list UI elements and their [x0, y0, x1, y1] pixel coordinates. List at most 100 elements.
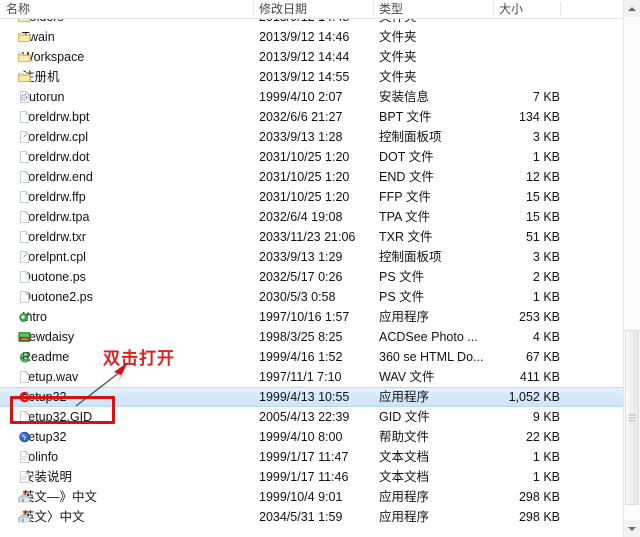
file-name-cell[interactable]: ? setup32	[0, 427, 250, 447]
column-header-blank[interactable]	[560, 0, 620, 18]
table-row[interactable]: setup.wav 1997/11/1 7:10 WAV 文件 411 KB	[0, 367, 640, 387]
file-name-cell[interactable]: corelpnt.cpl	[0, 247, 250, 267]
setup-info-icon	[20, 90, 30, 104]
table-row[interactable]: 英文〉中文 2034/5/31 1:59 应用程序 298 KB	[0, 507, 640, 527]
table-row[interactable]: autorun 1999/4/10 2:07 安装信息 7 KB	[0, 87, 640, 107]
file-name-cell[interactable]: volinfo	[0, 447, 250, 467]
file-type-cell: 文本文档	[379, 470, 430, 484]
table-row[interactable]: 安装说明 1999/1/17 11:46 文本文档 1 KB	[0, 467, 640, 487]
control-panel-icon	[20, 130, 30, 144]
file-size-cell	[481, 27, 560, 47]
file-type-cell: 应用程序	[379, 390, 430, 404]
file-size-cell: 51 KB	[525, 230, 560, 244]
scrollbar-thumb[interactable]	[625, 330, 639, 505]
file-name-cell[interactable]: 注册机	[0, 67, 250, 87]
file-size-cell: 1,052 KB	[508, 390, 560, 404]
file-name-cell[interactable]: Twain	[0, 27, 250, 47]
acdsee-image-icon: ACD	[18, 332, 31, 342]
table-row[interactable]: setup32.GID 2005/4/13 22:39 GID 文件 9 KB	[0, 407, 640, 427]
file-date-cell: 1997/11/1 7:10	[259, 370, 342, 384]
file-name-cell[interactable]: 安装说明	[0, 467, 250, 487]
file-name-cell[interactable]: ACD newdaisy	[0, 327, 250, 347]
table-row[interactable]: Readme 1999/4/16 1:52 360 se HTML Do... 67 …	[0, 347, 640, 367]
file-name-cell[interactable]: setup32.GID	[0, 407, 250, 427]
file-size-cell: 2 KB	[532, 270, 560, 284]
file-date-cell: 2033/9/13 1:28	[259, 130, 343, 144]
file-name-cell[interactable]: 英文—》中文	[0, 487, 250, 507]
file-size-cell	[481, 19, 560, 27]
file-date-cell: 2032/5/17 0:26	[259, 270, 343, 284]
table-row[interactable]: ? setup32 1999/4/10 8:00 帮助文件 22 KB	[0, 427, 640, 447]
table-row[interactable]: 注册机 2013/9/12 14:55 文件夹	[0, 67, 640, 87]
table-row[interactable]: ACD newdaisy 1998/3/25 8:25 ACDSee Photo ..…	[0, 327, 640, 347]
column-header-name[interactable]: 名称	[0, 0, 253, 18]
file-name-cell[interactable]: coreldrw.txr	[0, 227, 250, 247]
file-size-cell: 4 KB	[532, 330, 560, 344]
file-size-cell: 298 KB	[518, 490, 560, 504]
file-name-cell[interactable]: coreldrw.ffp	[0, 187, 250, 207]
table-row[interactable]: 英文—》中文 1999/10/4 9:01 应用程序 298 KB	[0, 487, 640, 507]
file-date-cell: 1999/1/17 11:47	[259, 450, 349, 464]
file-name-cell[interactable]: Folders	[0, 19, 250, 27]
table-row[interactable]: Intro 1997/10/16 1:57 应用程序 253 KB	[0, 307, 640, 327]
folder-icon	[18, 33, 31, 43]
file-name-cell[interactable]: setup32	[0, 388, 250, 406]
file-name-cell[interactable]: Workspace	[0, 47, 250, 67]
table-row[interactable]: Workspace 2013/9/12 14:44 文件夹	[0, 47, 640, 67]
blank-file-icon	[20, 410, 30, 424]
file-name-cell[interactable]: Intro	[0, 307, 250, 327]
table-row[interactable]: Duotone.ps 2032/5/17 0:26 PS 文件 2 KB	[0, 267, 640, 287]
file-name-cell[interactable]: autorun	[0, 87, 250, 107]
file-name-cell[interactable]: Readme	[0, 347, 250, 367]
file-list: Folders 2013/9/12 14:48 文件夹 Twain 2013/9/12 …	[0, 19, 640, 527]
file-size-cell: 411 KB	[519, 370, 560, 384]
blank-file-icon	[20, 230, 30, 244]
column-header-size[interactable]: 大小	[493, 0, 560, 18]
table-row[interactable]: Folders 2013/9/12 14:48 文件夹	[0, 19, 640, 27]
table-row[interactable]: corelpnt.cpl 2033/9/13 1:29 控制面板项 3 KB	[0, 247, 640, 267]
vertical-scrollbar[interactable]	[623, 0, 640, 537]
column-header-type[interactable]: 类型	[373, 0, 493, 18]
table-row[interactable]: coreldrw.dot 2031/10/25 1:20 DOT 文件 1 KB	[0, 147, 640, 167]
file-type-cell: 文件夹	[379, 70, 417, 84]
file-size-cell: 15 KB	[525, 190, 560, 204]
table-row[interactable]: coreldrw.cpl 2033/9/13 1:28 控制面板项 3 KB	[0, 127, 640, 147]
scroll-down-arrow-icon[interactable]	[624, 520, 640, 537]
table-row[interactable]: coreldrw.end 2031/10/25 1:20 END 文件 12 KB	[0, 167, 640, 187]
file-size-cell: 253 KB	[518, 310, 560, 324]
file-size-cell: 1 KB	[532, 290, 560, 304]
file-name-cell[interactable]: coreldrw.bpt	[0, 107, 250, 127]
file-name-cell[interactable]: setup.wav	[0, 367, 250, 387]
blank-file-icon	[20, 170, 30, 184]
file-size-cell: 1 KB	[532, 470, 560, 484]
table-row[interactable]: coreldrw.bpt 2032/6/6 21:27 BPT 文件 134 KB	[0, 107, 640, 127]
table-row[interactable]: Twain 2013/9/12 14:46 文件夹	[0, 27, 640, 47]
file-type-cell: TPA 文件	[379, 210, 431, 224]
table-row[interactable]: Duotone2.ps 2030/5/3 0:58 PS 文件 1 KB	[0, 287, 640, 307]
file-date-cell: 1999/4/13 10:55	[259, 390, 350, 404]
file-date-cell: 1999/4/16 1:52	[259, 350, 343, 364]
file-date-cell: 2034/5/31 1:59	[259, 510, 343, 524]
table-row[interactable]: volinfo 1999/1/17 11:47 文本文档 1 KB	[0, 447, 640, 467]
file-size-cell: 1 KB	[532, 450, 560, 464]
file-name-cell[interactable]: coreldrw.cpl	[0, 127, 250, 147]
blank-file-icon	[20, 370, 30, 384]
file-name-cell[interactable]: coreldrw.dot	[0, 147, 250, 167]
file-name-cell[interactable]: Duotone2.ps	[0, 287, 250, 307]
table-row[interactable]: coreldrw.txr 2033/11/23 21:06 TXR 文件 51 KB	[0, 227, 640, 247]
file-name-cell[interactable]: coreldrw.end	[0, 167, 250, 187]
intro-app-icon	[19, 311, 30, 322]
file-name-label: 英文—》中文	[22, 490, 98, 504]
file-type-cell: 360 se HTML Do...	[379, 350, 484, 364]
file-name-cell[interactable]: 英文〉中文	[0, 507, 250, 527]
file-row-selected[interactable]: setup32 1999/4/13 10:55 应用程序 1,052 KB	[0, 387, 640, 407]
column-header-date-modified[interactable]: 修改日期	[253, 0, 373, 18]
file-type-cell: 文件夹	[379, 19, 491, 27]
file-type-cell: PS 文件	[379, 290, 425, 304]
table-row[interactable]: coreldrw.ffp 2031/10/25 1:20 FFP 文件 15 KB	[0, 187, 640, 207]
file-name-cell[interactable]: Duotone.ps	[0, 267, 250, 287]
table-row[interactable]: coreldrw.tpa 2032/6/4 19:08 TPA 文件 15 KB	[0, 207, 640, 227]
blank-file-icon	[20, 290, 30, 304]
file-name-cell[interactable]: coreldrw.tpa	[0, 207, 250, 227]
scroll-up-arrow-icon[interactable]	[624, 0, 640, 17]
